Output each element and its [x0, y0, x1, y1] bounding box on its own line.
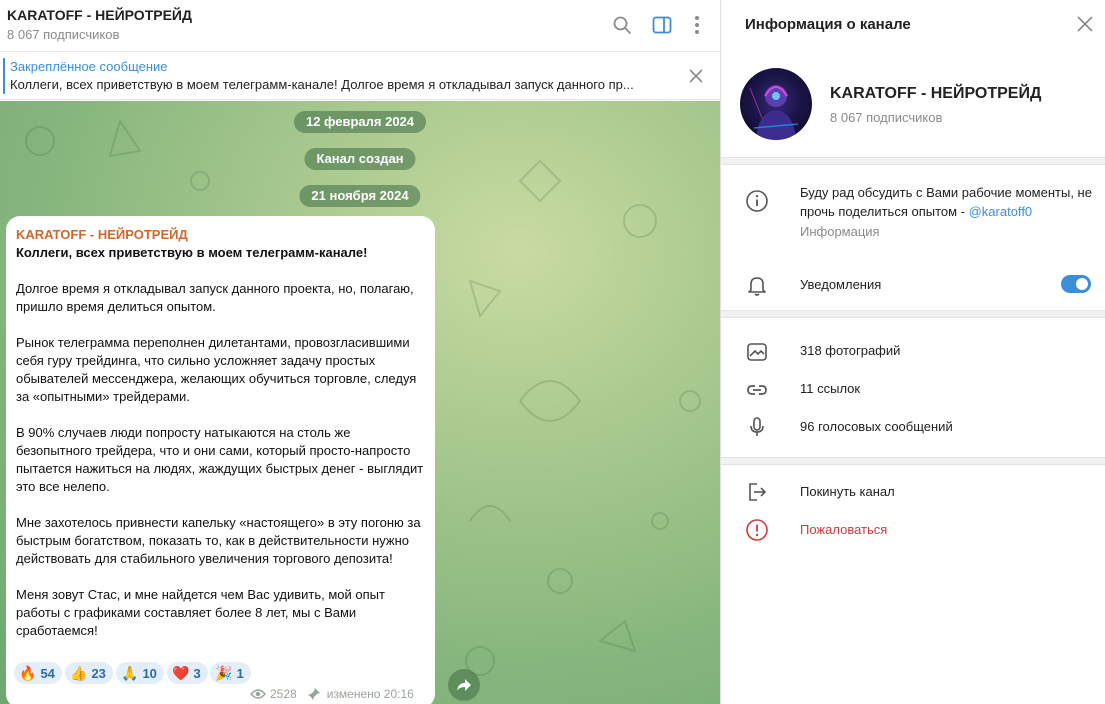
reaction-count: 10	[142, 665, 157, 681]
chat-header[interactable]: KARATOFF - НЕЙРОТРЕЙД 8 067 подписчиков	[0, 0, 720, 52]
close-icon[interactable]	[1076, 15, 1094, 33]
message-paragraph: Мне захотелось привнести капельку «насто…	[16, 515, 421, 566]
message-text: Коллеги, всех приветствую в моем телегра…	[16, 244, 428, 658]
voice-messages-link[interactable]: 96 голосовых сообщений	[800, 419, 953, 434]
section-separator	[721, 310, 1105, 318]
pinned-indicator	[3, 58, 5, 94]
channel-info-panel: Информация о канале KARATOFF - НЕЙРОТРЕЙ…	[721, 0, 1105, 704]
pray-icon: 🙏	[121, 664, 139, 681]
views-count: 2528	[270, 687, 297, 701]
chat-subscribers: 8 067 подписчиков	[7, 27, 120, 42]
report-icon	[746, 519, 768, 541]
message-headline: Коллеги, всех приветствую в моем телегра…	[16, 245, 368, 260]
message-paragraph: Рынок телеграмма переполнен дилетантами,…	[16, 335, 417, 404]
reaction-pray[interactable]: 🙏 10	[116, 662, 164, 684]
link-icon	[747, 385, 767, 395]
notifications-toggle[interactable]	[1061, 275, 1091, 293]
more-vertical-icon	[695, 16, 699, 34]
links-link[interactable]: 11 ссылок	[800, 381, 860, 396]
message-author[interactable]: KARATOFF - НЕЙРОТРЕЙД	[16, 227, 188, 242]
panel-title: Информация о канале	[745, 16, 911, 33]
bell-icon	[748, 277, 766, 296]
pin-icon	[307, 688, 320, 700]
photos-link[interactable]: 318 фотографий	[800, 343, 900, 358]
avatar-image-icon	[749, 85, 799, 140]
channel-name: KARATOFF - НЕЙРОТРЕЙД	[830, 85, 1042, 102]
message-meta: 2528 изменено 20:16	[250, 686, 418, 702]
pinned-text: Коллеги, всех приветствую в моем телегра…	[10, 77, 634, 92]
chat-area: KARATOFF - НЕЙРОТРЕЙД 8 067 подписчиков …	[0, 0, 720, 704]
section-separator	[721, 457, 1105, 465]
fire-icon: 🔥	[19, 664, 37, 681]
message-paragraph: Долгое время я откладывал запуск данного…	[16, 281, 414, 314]
pinned-title: Закреплённое сообщение	[10, 59, 168, 74]
reaction-heart[interactable]: ❤️ 3	[167, 662, 208, 684]
eye-icon	[250, 689, 266, 699]
party-popper-icon: 🎉	[215, 664, 233, 681]
section-separator	[721, 157, 1105, 165]
edited-time: изменено 20:16	[326, 687, 414, 701]
toggle-knob	[1076, 278, 1088, 290]
toggle-sidebar-button[interactable]	[649, 12, 675, 38]
notifications-label: Уведомления	[800, 277, 882, 292]
chat-title[interactable]: KARATOFF - НЕЙРОТРЕЙД	[7, 7, 192, 23]
channel-description: Буду рад обсудить с Вами рабочие моменты…	[800, 183, 1100, 221]
pinned-message-bar[interactable]: Закреплённое сообщение Коллеги, всех при…	[0, 52, 720, 100]
search-button[interactable]	[609, 12, 635, 38]
photo-icon	[747, 343, 767, 361]
date-separator: 12 февраля 2024	[293, 111, 427, 133]
reaction-count: 23	[91, 665, 106, 681]
leave-icon	[749, 483, 767, 501]
heart-icon: ❤️	[172, 664, 190, 681]
description-label: Информация	[800, 224, 880, 239]
date-separator: 21 ноября 2024	[299, 185, 421, 207]
message-paragraph: Меня зовут Стас, и мне найдется чем Вас …	[16, 587, 385, 638]
share-button[interactable]	[448, 669, 480, 701]
message-bubble[interactable]: KARATOFF - НЕЙРОТРЕЙД Коллеги, всех прив…	[6, 216, 435, 704]
reaction-thumbs-up[interactable]: 👍 23	[65, 662, 113, 684]
reaction-count: 54	[40, 665, 55, 681]
leave-channel-button[interactable]: Покинуть канал	[800, 484, 895, 499]
description-text: Буду рад обсудить с Вами рабочие моменты…	[800, 185, 1092, 219]
service-channel-created: Канал создан	[304, 148, 416, 170]
microphone-icon	[750, 417, 764, 436]
message-paragraph: В 90% случаев люди попросту натыкаются н…	[16, 425, 424, 494]
share-arrow-icon	[457, 679, 471, 691]
more-menu-button[interactable]	[684, 12, 710, 38]
search-icon	[613, 16, 631, 34]
close-pinned-icon[interactable]	[686, 66, 706, 86]
channel-subscribers: 8 067 подписчиков	[830, 110, 943, 125]
thumbs-up-icon: 👍	[70, 664, 88, 681]
description-link[interactable]: @karatoff0	[969, 204, 1033, 219]
reaction-count: 3	[193, 665, 201, 681]
channel-avatar[interactable]	[740, 68, 812, 140]
reaction-party[interactable]: 🎉 1	[210, 662, 251, 684]
reaction-count: 1	[236, 665, 244, 681]
sidebar-icon	[652, 16, 672, 34]
info-icon	[746, 190, 768, 212]
report-button[interactable]: Пожаловаться	[800, 522, 887, 537]
reaction-fire[interactable]: 🔥 54	[14, 662, 62, 684]
